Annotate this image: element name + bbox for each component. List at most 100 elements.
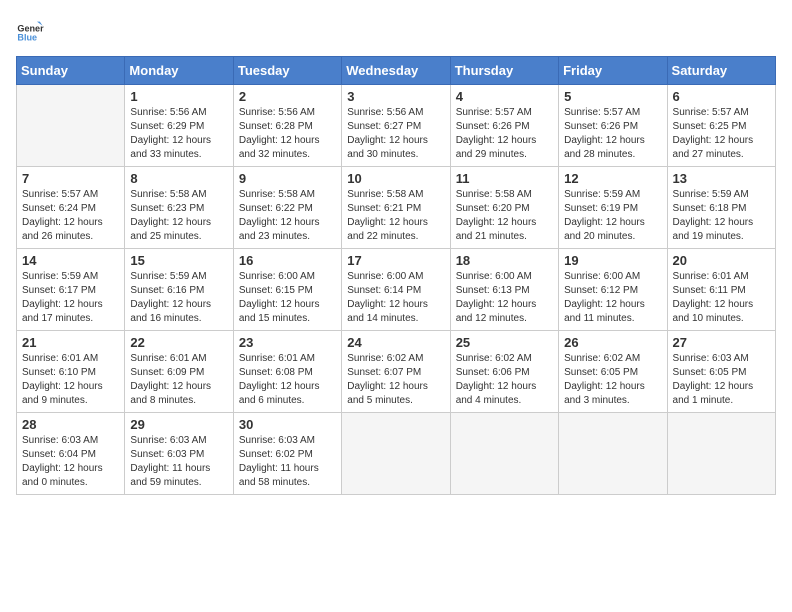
calendar-cell: 22 Sunrise: 6:01 AM Sunset: 6:09 PM Dayli… xyxy=(125,331,233,413)
weekday-header-wednesday: Wednesday xyxy=(342,57,450,85)
weekday-header-monday: Monday xyxy=(125,57,233,85)
day-info: Sunrise: 6:03 AM Sunset: 6:02 PM Dayligh… xyxy=(239,434,336,490)
day-number: 13 xyxy=(673,171,770,186)
day-info: Sunrise: 6:03 AM Sunset: 6:05 PM Dayligh… xyxy=(673,352,770,408)
day-number: 1 xyxy=(130,89,227,104)
calendar-cell: 25 Sunrise: 6:02 AM Sunset: 6:06 PM Dayli… xyxy=(450,331,558,413)
day-number: 29 xyxy=(130,417,227,432)
calendar-cell: 24Sunrise: 6:02 AM Sunset: 6:07 PM Dayli… xyxy=(342,331,450,413)
calendar-cell: 11 Sunrise: 5:58 AM Sunset: 6:20 PM Dayli… xyxy=(450,167,558,249)
calendar-cell: 20 Sunrise: 6:01 AM Sunset: 6:11 PM Dayli… xyxy=(667,249,775,331)
day-info: Sunrise: 6:00 AM Sunset: 6:14 PM Dayligh… xyxy=(347,270,444,326)
weekday-header-sunday: Sunday xyxy=(17,57,125,85)
calendar-cell: 27Sunrise: 6:03 AM Sunset: 6:05 PM Dayli… xyxy=(667,331,775,413)
day-info: Sunrise: 5:56 AM Sunset: 6:28 PM Dayligh… xyxy=(239,106,336,162)
day-info: Sunrise: 6:01 AM Sunset: 6:11 PM Dayligh… xyxy=(673,270,770,326)
calendar-cell: 13 Sunrise: 5:59 AM Sunset: 6:18 PM Dayli… xyxy=(667,167,775,249)
calendar-cell: 23 Sunrise: 6:01 AM Sunset: 6:08 PM Dayli… xyxy=(233,331,341,413)
day-info: Sunrise: 5:56 AM Sunset: 6:27 PM Dayligh… xyxy=(347,106,444,162)
calendar-cell xyxy=(667,413,775,495)
day-info: Sunrise: 6:03 AM Sunset: 6:03 PM Dayligh… xyxy=(130,434,227,490)
calendar-table: SundayMondayTuesdayWednesdayThursdayFrid… xyxy=(16,56,776,495)
day-number: 23 xyxy=(239,335,336,350)
day-number: 6 xyxy=(673,89,770,104)
calendar-week-row: 28 Sunrise: 6:03 AM Sunset: 6:04 PM Dayli… xyxy=(17,413,776,495)
day-number: 3 xyxy=(347,89,444,104)
calendar-cell: 4Sunrise: 5:57 AM Sunset: 6:26 PM Daylig… xyxy=(450,85,558,167)
weekday-header-friday: Friday xyxy=(559,57,667,85)
calendar-week-row: 21 Sunrise: 6:01 AM Sunset: 6:10 PM Dayli… xyxy=(17,331,776,413)
day-info: Sunrise: 6:03 AM Sunset: 6:04 PM Dayligh… xyxy=(22,434,119,490)
day-info: Sunrise: 5:59 AM Sunset: 6:18 PM Dayligh… xyxy=(673,188,770,244)
day-info: Sunrise: 6:02 AM Sunset: 6:05 PM Dayligh… xyxy=(564,352,661,408)
day-number: 22 xyxy=(130,335,227,350)
calendar-cell: 7 Sunrise: 5:57 AM Sunset: 6:24 PM Daylig… xyxy=(17,167,125,249)
day-info: Sunrise: 6:01 AM Sunset: 6:10 PM Dayligh… xyxy=(22,352,119,408)
calendar-cell: 9 Sunrise: 5:58 AM Sunset: 6:22 PM Daylig… xyxy=(233,167,341,249)
calendar-cell: 3 Sunrise: 5:56 AM Sunset: 6:27 PM Daylig… xyxy=(342,85,450,167)
day-info: Sunrise: 5:59 AM Sunset: 6:17 PM Dayligh… xyxy=(22,270,119,326)
calendar-cell: 1 Sunrise: 5:56 AM Sunset: 6:29 PM Daylig… xyxy=(125,85,233,167)
day-number: 15 xyxy=(130,253,227,268)
calendar-header-row: SundayMondayTuesdayWednesdayThursdayFrid… xyxy=(17,57,776,85)
calendar-week-row: 7 Sunrise: 5:57 AM Sunset: 6:24 PM Daylig… xyxy=(17,167,776,249)
day-number: 30 xyxy=(239,417,336,432)
day-info: Sunrise: 6:00 AM Sunset: 6:13 PM Dayligh… xyxy=(456,270,553,326)
calendar-cell: 6 Sunrise: 5:57 AM Sunset: 6:25 PM Daylig… xyxy=(667,85,775,167)
day-info: Sunrise: 5:57 AM Sunset: 6:26 PM Dayligh… xyxy=(564,106,661,162)
calendar-cell xyxy=(342,413,450,495)
day-number: 28 xyxy=(22,417,119,432)
day-number: 20 xyxy=(673,253,770,268)
calendar-cell xyxy=(559,413,667,495)
day-number: 10 xyxy=(347,171,444,186)
calendar-cell: 19Sunrise: 6:00 AM Sunset: 6:12 PM Dayli… xyxy=(559,249,667,331)
calendar-cell: 14Sunrise: 5:59 AM Sunset: 6:17 PM Dayli… xyxy=(17,249,125,331)
calendar-cell: 21 Sunrise: 6:01 AM Sunset: 6:10 PM Dayli… xyxy=(17,331,125,413)
day-info: Sunrise: 6:00 AM Sunset: 6:15 PM Dayligh… xyxy=(239,270,336,326)
day-number: 17 xyxy=(347,253,444,268)
calendar-cell: 30 Sunrise: 6:03 AM Sunset: 6:02 PM Dayli… xyxy=(233,413,341,495)
day-number: 5 xyxy=(564,89,661,104)
calendar-cell: 16 Sunrise: 6:00 AM Sunset: 6:15 PM Dayli… xyxy=(233,249,341,331)
day-info: Sunrise: 5:56 AM Sunset: 6:29 PM Dayligh… xyxy=(130,106,227,162)
weekday-header-saturday: Saturday xyxy=(667,57,775,85)
calendar-cell: 12 Sunrise: 5:59 AM Sunset: 6:19 PM Dayli… xyxy=(559,167,667,249)
calendar-cell: 5 Sunrise: 5:57 AM Sunset: 6:26 PM Daylig… xyxy=(559,85,667,167)
day-info: Sunrise: 5:57 AM Sunset: 6:26 PM Dayligh… xyxy=(456,106,553,162)
calendar-cell: 18 Sunrise: 6:00 AM Sunset: 6:13 PM Dayli… xyxy=(450,249,558,331)
logo-icon: General Blue xyxy=(16,16,44,44)
day-info: Sunrise: 6:02 AM Sunset: 6:07 PM Dayligh… xyxy=(347,352,444,408)
day-number: 25 xyxy=(456,335,553,350)
day-number: 11 xyxy=(456,171,553,186)
page-header: General Blue xyxy=(16,16,776,44)
calendar-week-row: 1 Sunrise: 5:56 AM Sunset: 6:29 PM Daylig… xyxy=(17,85,776,167)
calendar-cell: 10 Sunrise: 5:58 AM Sunset: 6:21 PM Dayli… xyxy=(342,167,450,249)
calendar-cell xyxy=(17,85,125,167)
calendar-cell: 8 Sunrise: 5:58 AM Sunset: 6:23 PM Daylig… xyxy=(125,167,233,249)
day-info: Sunrise: 6:01 AM Sunset: 6:08 PM Dayligh… xyxy=(239,352,336,408)
day-info: Sunrise: 5:58 AM Sunset: 6:20 PM Dayligh… xyxy=(456,188,553,244)
day-number: 12 xyxy=(564,171,661,186)
day-number: 9 xyxy=(239,171,336,186)
day-info: Sunrise: 5:57 AM Sunset: 6:25 PM Dayligh… xyxy=(673,106,770,162)
day-number: 18 xyxy=(456,253,553,268)
calendar-cell: 17 Sunrise: 6:00 AM Sunset: 6:14 PM Dayli… xyxy=(342,249,450,331)
day-info: Sunrise: 5:59 AM Sunset: 6:19 PM Dayligh… xyxy=(564,188,661,244)
day-info: Sunrise: 5:58 AM Sunset: 6:23 PM Dayligh… xyxy=(130,188,227,244)
day-number: 2 xyxy=(239,89,336,104)
day-number: 7 xyxy=(22,171,119,186)
day-info: Sunrise: 5:58 AM Sunset: 6:21 PM Dayligh… xyxy=(347,188,444,244)
svg-text:Blue: Blue xyxy=(17,33,37,43)
day-info: Sunrise: 6:02 AM Sunset: 6:06 PM Dayligh… xyxy=(456,352,553,408)
day-number: 26 xyxy=(564,335,661,350)
calendar-cell: 15Sunrise: 5:59 AM Sunset: 6:16 PM Dayli… xyxy=(125,249,233,331)
day-number: 21 xyxy=(22,335,119,350)
day-info: Sunrise: 6:01 AM Sunset: 6:09 PM Dayligh… xyxy=(130,352,227,408)
day-number: 16 xyxy=(239,253,336,268)
day-number: 19 xyxy=(564,253,661,268)
calendar-cell: 29 Sunrise: 6:03 AM Sunset: 6:03 PM Dayli… xyxy=(125,413,233,495)
day-info: Sunrise: 5:58 AM Sunset: 6:22 PM Dayligh… xyxy=(239,188,336,244)
day-info: Sunrise: 5:57 AM Sunset: 6:24 PM Dayligh… xyxy=(22,188,119,244)
calendar-week-row: 14Sunrise: 5:59 AM Sunset: 6:17 PM Dayli… xyxy=(17,249,776,331)
day-number: 8 xyxy=(130,171,227,186)
